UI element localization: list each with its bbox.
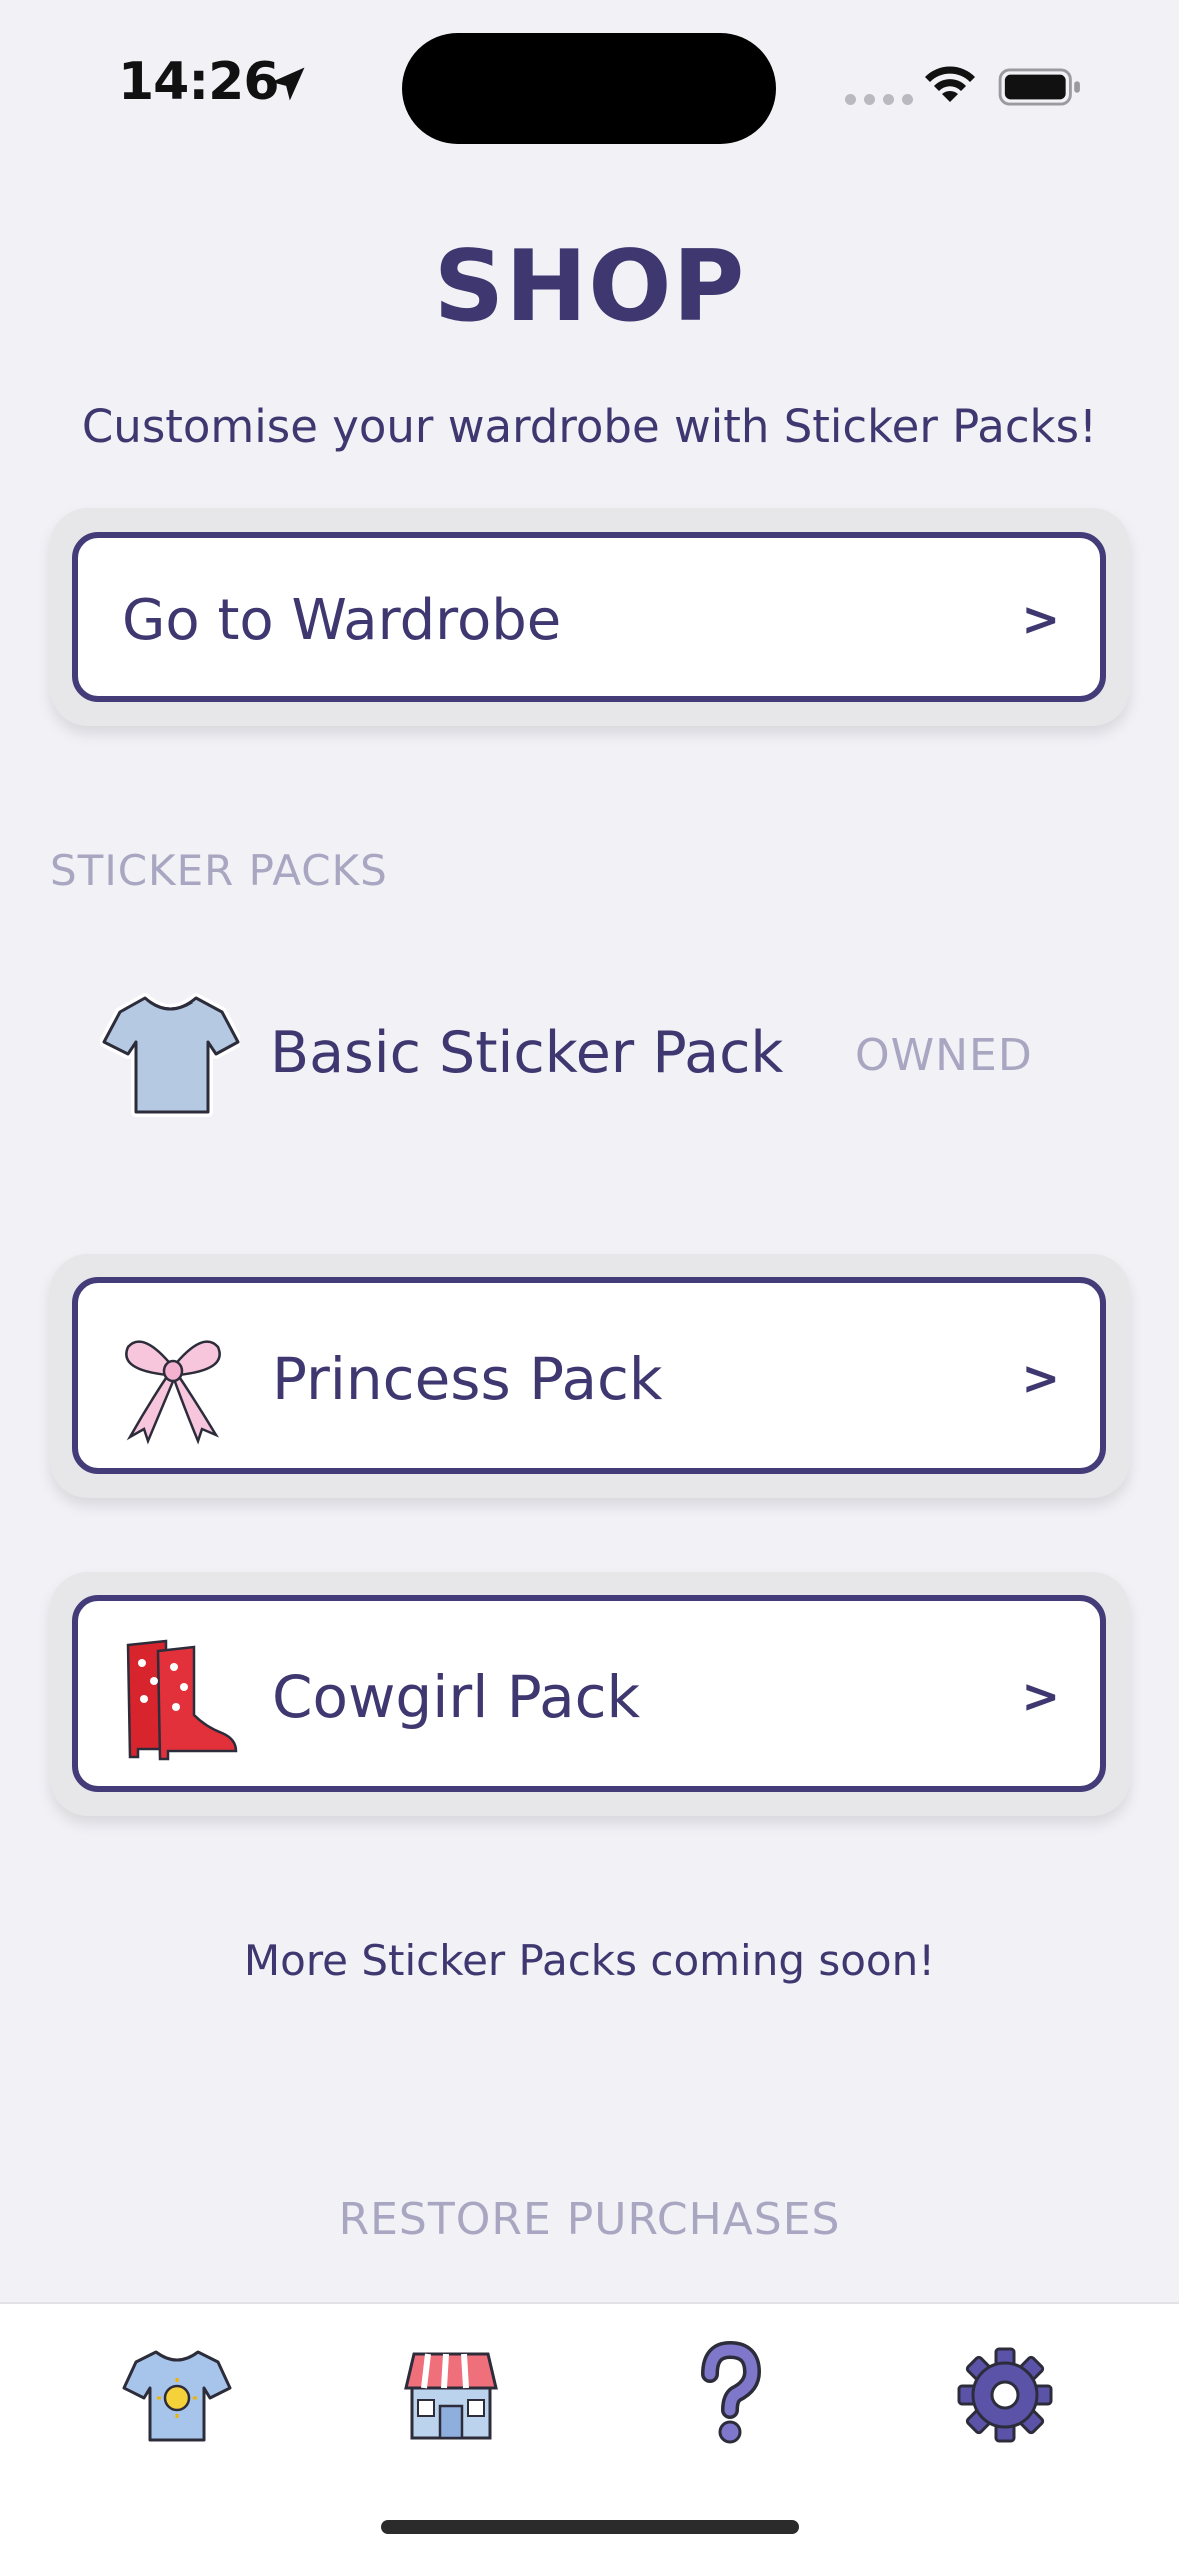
coming-soon-text: More Sticker Packs coming soon! xyxy=(243,1936,936,1985)
basic-pack-name: Basic Sticker Pack xyxy=(270,1020,784,1086)
location-arrow-icon xyxy=(271,67,305,101)
battery-icon xyxy=(998,68,1080,106)
section-title: STICKER PACKS xyxy=(50,846,388,895)
dynamic-island xyxy=(402,33,776,144)
go-to-wardrobe-button[interactable]: Go to Wardrobe > xyxy=(72,532,1106,702)
home-indicator xyxy=(381,2520,799,2534)
page-title: SHOP xyxy=(433,230,746,344)
chevron-right-icon: > xyxy=(1021,1669,1060,1723)
bow-icon xyxy=(125,1340,221,1445)
chevron-right-icon: > xyxy=(1021,1351,1060,1405)
cowgirl-pack-button[interactable]: Cowgirl Pack > xyxy=(72,1595,1106,1792)
boots-icon xyxy=(126,1639,238,1761)
status-time: 14:26 xyxy=(118,52,280,112)
cellular-signal-icon xyxy=(845,94,913,105)
shop-icon[interactable] xyxy=(396,2340,506,2450)
owned-badge: OWNED xyxy=(855,1030,1033,1081)
go-to-wardrobe-label: Go to Wardrobe xyxy=(122,588,562,653)
page-subtitle: Customise your wardrobe with Sticker Pac… xyxy=(81,400,1098,453)
help-icon[interactable] xyxy=(674,2340,784,2450)
settings-icon[interactable] xyxy=(950,2340,1060,2450)
restore-purchases-button[interactable]: RESTORE PURCHASES xyxy=(0,2194,1179,2245)
wifi-icon xyxy=(925,66,975,102)
princess-pack-label: Princess Pack xyxy=(272,1345,663,1413)
sun-shirt-icon[interactable] xyxy=(122,2340,232,2450)
cowgirl-pack-label: Cowgirl Pack xyxy=(272,1663,641,1731)
tshirt-icon xyxy=(100,993,240,1117)
chevron-right-icon: > xyxy=(1021,592,1060,646)
princess-pack-button[interactable]: Princess Pack > xyxy=(72,1277,1106,1474)
